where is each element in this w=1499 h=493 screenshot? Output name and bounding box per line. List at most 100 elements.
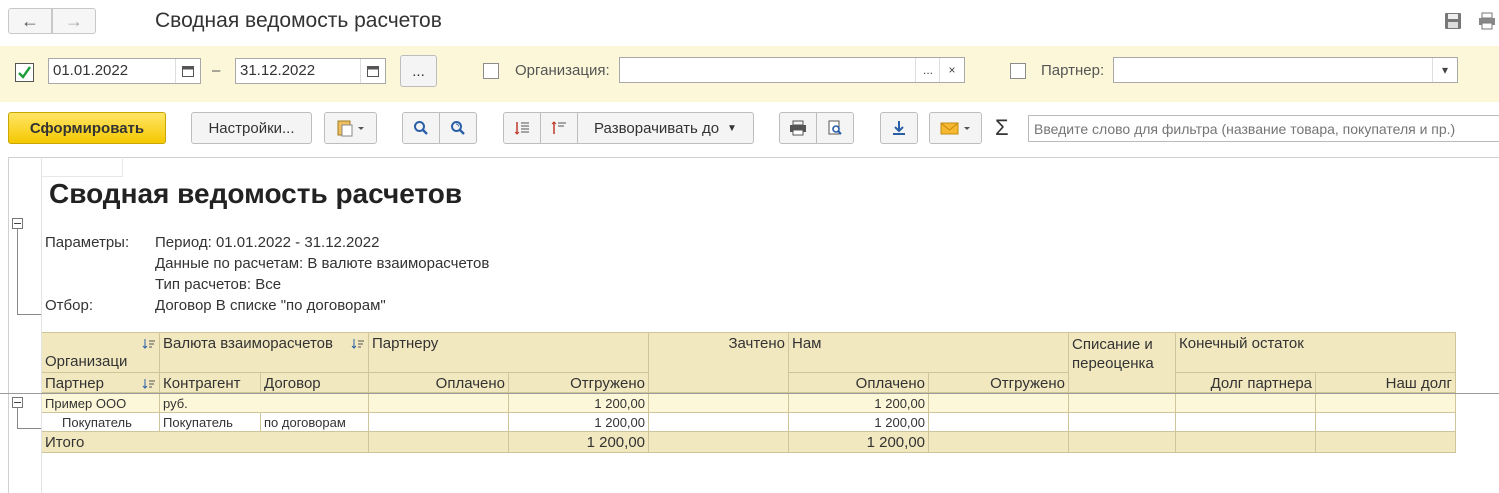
sort-icon[interactable]: [142, 377, 156, 392]
cell-organization: Пример ООО: [42, 394, 160, 413]
filter-label: Отбор:: [45, 297, 93, 314]
save-icon[interactable]: [1444, 12, 1462, 33]
cell-total-paid: [369, 432, 509, 453]
print-icon[interactable]: [1478, 12, 1496, 33]
printer-icon: [790, 120, 806, 136]
chevron-down-icon[interactable]: ▾: [1432, 58, 1457, 82]
arrow-left-icon: ←: [21, 10, 39, 31]
cell-us-paid: 1 200,00: [789, 394, 929, 413]
col-paid-header: Оплачено: [369, 373, 509, 393]
settings-button[interactable]: Настройки...: [191, 112, 312, 144]
collapse-group-icon[interactable]: [12, 397, 23, 408]
expand-to-label: Разворачивать до: [594, 119, 720, 137]
group-line: [17, 314, 41, 315]
search-next-icon: [451, 121, 465, 135]
envelope-icon: [940, 122, 970, 135]
param-line: Данные по расчетам: В валюте взаиморасче…: [155, 255, 490, 272]
filter-bar: 01.01.2022 – 31.12.2022 ... Организация:…: [0, 46, 1499, 102]
cell-writeoff: [1069, 413, 1176, 432]
col-debt-partner-header: Долг партнера: [1176, 373, 1316, 393]
send-email-button[interactable]: [929, 112, 982, 144]
col-currency-header[interactable]: Валюта взаиморасчетов: [160, 332, 369, 373]
date-from-field[interactable]: 01.01.2022: [48, 58, 201, 84]
cell-counterparty: Покупатель: [160, 413, 261, 432]
print-preview-button[interactable]: [816, 112, 854, 144]
save-to-file-button[interactable]: [880, 112, 918, 144]
collapse-groups-icon: [551, 121, 566, 134]
cell-us-shipped: [929, 413, 1069, 432]
chevron-down-icon: ▼: [727, 122, 737, 134]
cell-shipped: 1 200,00: [509, 413, 649, 432]
date-separator: –: [212, 62, 221, 79]
cell-total-us-shipped: [929, 432, 1069, 453]
col-organization-header[interactable]: Организаци я: [42, 332, 160, 373]
col-us-shipped-header: Отгружено: [929, 373, 1069, 393]
variants-button[interactable]: [324, 112, 377, 144]
col-counterparty-header: Контрагент: [160, 373, 261, 393]
cell-offset: [649, 413, 789, 432]
window-title: Сводная ведомость расчетов: [155, 9, 442, 32]
forward-button[interactable]: →: [52, 8, 96, 34]
generate-button[interactable]: Сформировать: [8, 112, 166, 144]
partner-checkbox[interactable]: [1010, 63, 1026, 79]
partner-field[interactable]: ▾: [1113, 57, 1458, 83]
find-button[interactable]: [402, 112, 440, 144]
organization-field[interactable]: ... ×: [619, 57, 965, 83]
collapse-header-icon[interactable]: [12, 218, 23, 229]
expand-all-button[interactable]: [503, 112, 541, 144]
col-partner-header[interactable]: Партнер: [42, 373, 160, 393]
param-line: Период: 01.01.2022 - 31.12.2022: [155, 234, 380, 251]
cell-total-writeoff: [1069, 432, 1176, 453]
cell-paid: [369, 394, 509, 413]
print-preview-icon: [828, 120, 842, 135]
group-line: [17, 408, 18, 429]
organization-checkbox[interactable]: [483, 63, 499, 79]
col-currency-label: Валюта взаиморасчетов: [163, 335, 333, 352]
col-to-us-header: Нам: [789, 332, 1069, 373]
period-select-button[interactable]: ...: [400, 55, 437, 87]
filter-search-input[interactable]: [1028, 115, 1499, 142]
col-our-debt-header: Наш долг: [1316, 373, 1456, 393]
cell-offset: [649, 394, 789, 413]
col-to-partner-header: Партнеру: [369, 332, 649, 373]
corner-cell: [42, 157, 123, 177]
organization-select-button[interactable]: ...: [915, 58, 940, 82]
download-icon: [893, 121, 905, 135]
cell-debt-partner: [1176, 394, 1316, 413]
calendar-icon[interactable]: [175, 59, 200, 83]
cell-total-our-debt: [1316, 432, 1456, 453]
col-contract-header: Договор: [261, 373, 369, 393]
organization-label: Организация:: [515, 62, 610, 79]
col-end-balance-header: Конечный остаток: [1176, 332, 1456, 373]
date-to-value: 31.12.2022: [240, 62, 316, 79]
col-offset-header: Зачтено: [649, 332, 789, 393]
collapse-all-button[interactable]: [540, 112, 578, 144]
sum-icon[interactable]: Σ: [995, 115, 1009, 141]
param-line: Тип расчетов: Все: [155, 276, 282, 293]
date-to-field[interactable]: 31.12.2022: [235, 58, 386, 84]
checkmark-icon: [18, 66, 31, 79]
organization-clear-button[interactable]: ×: [939, 58, 964, 82]
cell-currency: руб.: [160, 394, 369, 413]
expand-to-dropdown[interactable]: Разворачивать до ▼: [577, 112, 754, 144]
sort-icon[interactable]: [351, 337, 365, 354]
cell-total-debt-partner: [1176, 432, 1316, 453]
back-button[interactable]: ←: [8, 8, 52, 34]
print-button[interactable]: [779, 112, 817, 144]
params-label: Параметры:: [45, 234, 130, 251]
cell-us-shipped: [929, 394, 1069, 413]
filter-value: Договор В списке "по договорам": [155, 297, 386, 314]
col-organization-label: Организаци я: [45, 353, 128, 372]
search-icon: [414, 121, 428, 135]
col-shipped-header: Отгружено: [509, 373, 649, 393]
cell-total-offset: [649, 432, 789, 453]
col-us-paid-header: Оплачено: [789, 373, 929, 393]
report-variant-icon: [337, 120, 364, 137]
find-next-button[interactable]: [439, 112, 477, 144]
period-checkbox[interactable]: [15, 63, 34, 82]
cell-total-label: Итого: [42, 432, 369, 453]
calendar-icon[interactable]: [360, 59, 385, 83]
cell-partner: Покупатель: [42, 413, 160, 432]
partner-label: Партнер:: [1041, 62, 1105, 79]
sort-icon[interactable]: [142, 337, 156, 355]
